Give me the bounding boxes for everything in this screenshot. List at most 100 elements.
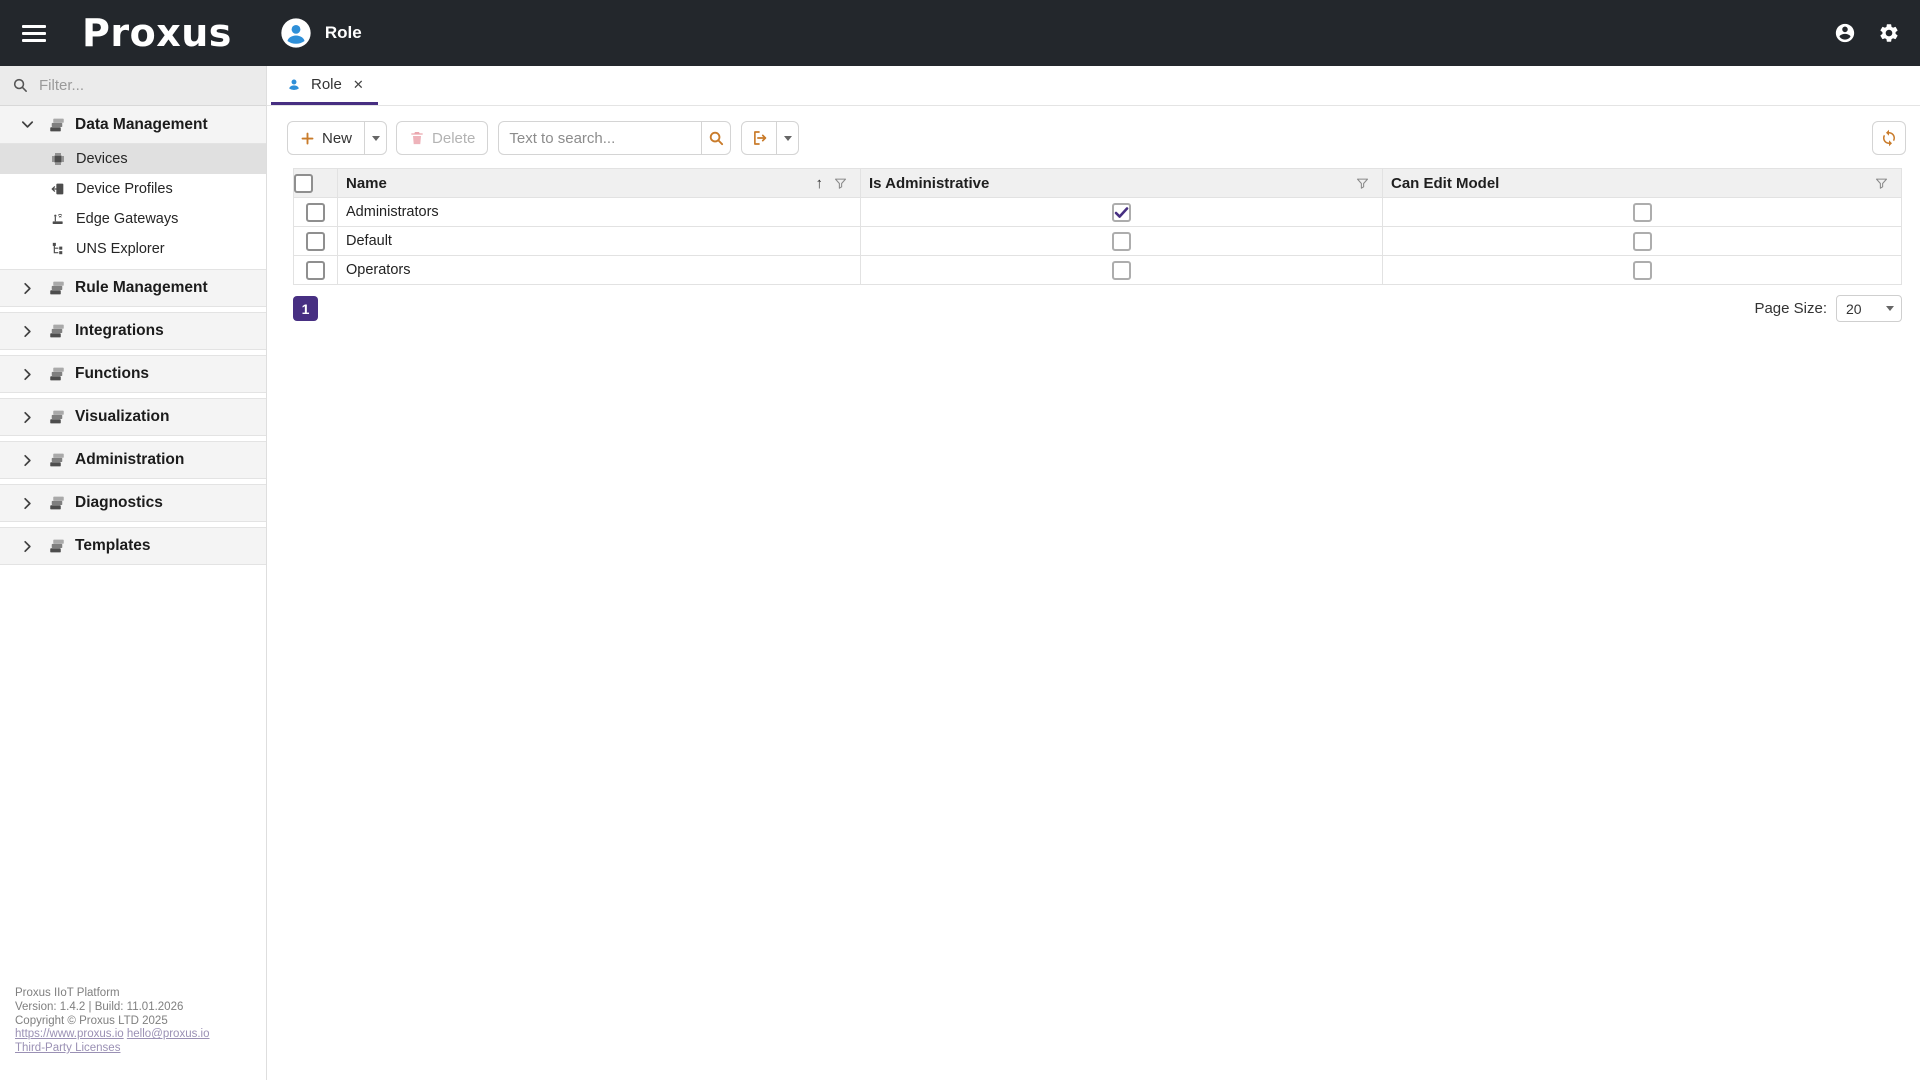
column-header-name[interactable]: Name↑	[338, 169, 861, 198]
refresh-icon	[1880, 129, 1898, 147]
role-person-icon	[285, 75, 303, 93]
tree-icon	[50, 241, 66, 257]
chevron-down-icon	[1886, 306, 1894, 311]
footer-email-link[interactable]: hello@proxus.io	[127, 1028, 210, 1040]
row-select-checkbox[interactable]	[306, 203, 325, 222]
search-icon	[708, 130, 725, 147]
row-select-checkbox[interactable]	[306, 232, 325, 251]
sidebar-filter-input[interactable]	[39, 77, 219, 94]
topbar: Proxus Role	[0, 0, 1920, 66]
chevron-right-icon	[20, 281, 35, 296]
chevron-right-icon	[20, 496, 35, 511]
footer-licenses-link[interactable]: Third-Party Licenses	[15, 1042, 120, 1054]
gear-icon[interactable]	[1878, 22, 1900, 44]
sidebar-item-device-profiles[interactable]: Device Profiles	[0, 174, 266, 204]
sidebar-section-rule-management[interactable]: Rule Management	[0, 269, 266, 307]
is-administrative-checkbox[interactable]	[1112, 261, 1131, 280]
sidebar-section-visualization[interactable]: Visualization	[0, 398, 266, 436]
app-logo: Proxus	[82, 11, 232, 55]
role-person-icon	[280, 17, 312, 49]
close-icon[interactable]: ✕	[353, 78, 364, 91]
can-edit-model-checkbox[interactable]	[1633, 261, 1652, 280]
chevron-right-icon	[20, 453, 35, 468]
profile-card-icon	[50, 181, 66, 197]
table-header-row: Name↑Is AdministrativeCan Edit Model	[294, 169, 1902, 198]
footer-website-link[interactable]: https://www.proxus.io	[15, 1028, 124, 1040]
plus-icon	[300, 131, 315, 146]
gateway-icon	[50, 211, 66, 227]
app-window: Proxus Role Data Management Devices	[0, 0, 1920, 1080]
main-content: Role ✕ New Delete	[267, 66, 1920, 1080]
chevron-down-icon	[20, 117, 35, 132]
search-icon	[12, 77, 29, 94]
row-select-checkbox[interactable]	[306, 261, 325, 280]
refresh-button[interactable]	[1872, 121, 1906, 155]
sidebar-nav: Data Management Devices Device Profiles …	[0, 106, 266, 565]
role-name-cell: Default	[338, 227, 861, 256]
delete-button[interactable]: Delete	[396, 121, 488, 155]
layers-icon	[48, 537, 66, 555]
sidebar-section-diagnostics[interactable]: Diagnostics	[0, 484, 266, 522]
chevron-down-icon	[372, 136, 380, 141]
trash-icon	[409, 130, 425, 146]
sidebar: Data Management Devices Device Profiles …	[0, 66, 267, 1080]
tab-bar: Role ✕	[267, 66, 1920, 106]
sidebar-item-devices[interactable]: Devices	[0, 144, 266, 174]
chevron-right-icon	[20, 410, 35, 425]
grid-search-input[interactable]	[498, 121, 702, 155]
chevron-right-icon	[20, 367, 35, 382]
sort-ascending-icon: ↑	[816, 175, 824, 192]
sidebar-section-integrations[interactable]: Integrations	[0, 312, 266, 350]
page-size-select[interactable]: 20	[1836, 295, 1902, 322]
footer-version: Version: 1.4.2 | Build: 11.01.2026	[15, 1001, 210, 1015]
app-footer: Proxus IIoT Platform Version: 1.4.2 | Bu…	[15, 987, 210, 1056]
export-button[interactable]	[741, 121, 777, 155]
layers-icon	[48, 279, 66, 297]
page-size-value: 20	[1837, 301, 1886, 317]
search-button[interactable]	[701, 121, 731, 155]
layers-icon	[48, 494, 66, 512]
footer-copyright: Copyright © Proxus LTD 2025	[15, 1015, 210, 1029]
new-dropdown-button[interactable]	[364, 121, 387, 155]
sidebar-section-administration[interactable]: Administration	[0, 441, 266, 479]
new-button[interactable]: New	[287, 121, 365, 155]
sidebar-item-edge-gateways[interactable]: Edge Gateways	[0, 204, 266, 234]
select-all-header	[294, 169, 338, 198]
footer-product: Proxus IIoT Platform	[15, 987, 210, 1001]
filter-funnel-icon[interactable]	[833, 176, 848, 191]
layers-icon	[48, 322, 66, 340]
chevron-right-icon	[20, 539, 35, 554]
chevron-down-icon	[784, 136, 792, 141]
export-icon	[750, 129, 768, 147]
select-all-checkbox[interactable]	[294, 174, 313, 193]
is-administrative-checkbox[interactable]	[1112, 232, 1131, 251]
table-row: Operators	[294, 256, 1902, 285]
sidebar-item-uns-explorer[interactable]: UNS Explorer	[0, 234, 266, 264]
tab-role[interactable]: Role ✕	[271, 66, 378, 105]
export-dropdown-button[interactable]	[776, 121, 799, 155]
sidebar-section-data-management[interactable]: Data Management	[0, 106, 266, 144]
filter-funnel-icon[interactable]	[1874, 176, 1889, 191]
chevron-right-icon	[20, 324, 35, 339]
menu-icon[interactable]	[22, 25, 46, 42]
can-edit-model-checkbox[interactable]	[1633, 232, 1652, 251]
is-administrative-checkbox[interactable]	[1112, 203, 1131, 222]
role-name-cell: Administrators	[338, 198, 861, 227]
table-row: Administrators	[294, 198, 1902, 227]
page-button-1[interactable]: 1	[293, 296, 318, 321]
can-edit-model-checkbox[interactable]	[1633, 203, 1652, 222]
sidebar-section-functions[interactable]: Functions	[0, 355, 266, 393]
account-circle-icon[interactable]	[1834, 22, 1856, 44]
table-row: Default	[294, 227, 1902, 256]
chip-icon	[50, 151, 66, 167]
page-badge: Role	[280, 17, 362, 49]
sidebar-filter-row	[0, 66, 266, 106]
filter-funnel-icon[interactable]	[1355, 176, 1370, 191]
sidebar-section-templates[interactable]: Templates	[0, 527, 266, 565]
layers-icon	[48, 116, 66, 134]
role-name-cell: Operators	[338, 256, 861, 285]
page-title: Role	[325, 23, 362, 43]
column-header-is-administrative[interactable]: Is Administrative	[861, 169, 1383, 198]
layers-icon	[48, 365, 66, 383]
column-header-can-edit-model[interactable]: Can Edit Model	[1383, 169, 1902, 198]
